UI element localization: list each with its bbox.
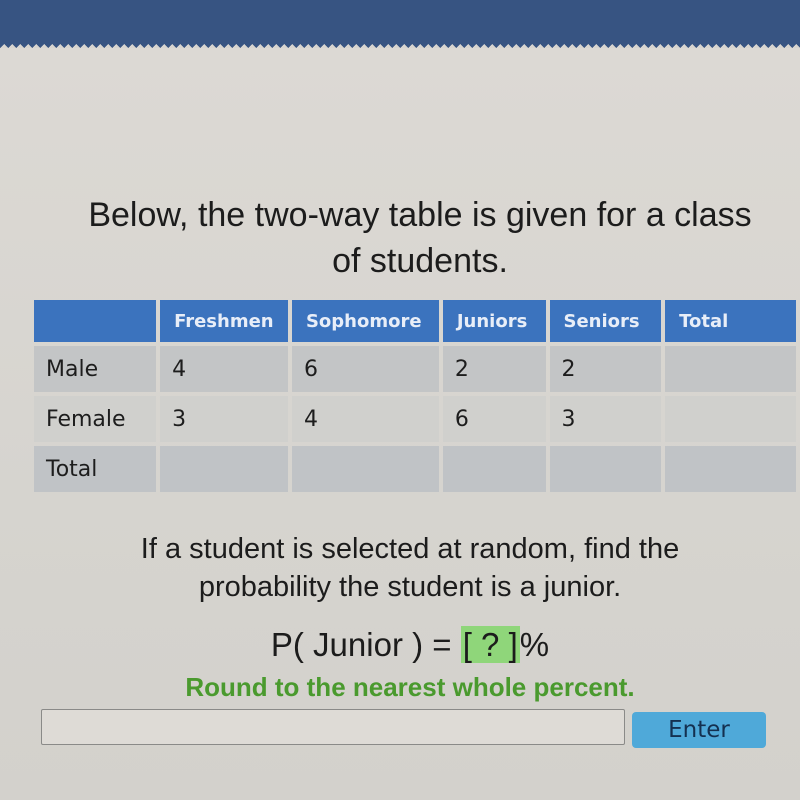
banner-zigzag-edge [0,40,800,48]
cell-male-sophomore: 6 [291,346,439,392]
table-row-male: Male 4 6 2 2 [34,346,796,392]
probability-formula: P( Junior ) = [ ? ]% [0,626,800,664]
cell-male-total [665,346,796,392]
cell-female-sophomore: 4 [291,396,439,442]
formula-prefix: P( Junior ) = [270,626,461,663]
intro-line-1: Below, the two-way table is given for a … [88,196,752,234]
answer-blank-placeholder: [ ? ] [460,626,520,663]
answer-input[interactable] [41,709,625,745]
enter-button[interactable]: Enter [632,712,766,748]
question-line-2: probability the student is a junior. [198,571,622,603]
header-sophomore: Sophomore [291,300,439,342]
cell-total-freshmen [160,446,288,492]
header-freshmen: Freshmen [160,300,288,342]
rounding-hint: Round to the nearest whole percent. [185,672,635,702]
cell-total-total [665,446,796,492]
header-corner [34,300,157,342]
cell-male-juniors: 2 [442,346,546,392]
cell-female-total [665,396,796,442]
cell-male-freshmen: 4 [160,346,288,392]
table-row-female: Female 3 4 6 3 [34,396,796,442]
header-juniors: Juniors [442,300,546,342]
cell-female-freshmen: 3 [160,396,288,442]
table-header-row: Freshmen Sophomore Juniors Seniors Total [34,300,796,342]
formula-suffix: % [519,626,550,663]
header-total: Total [665,300,796,342]
table-row-total: Total [34,446,796,492]
two-way-table: Freshmen Sophomore Juniors Seniors Total… [30,296,800,496]
cell-male-seniors: 2 [549,346,662,392]
row-label: Female [34,396,157,442]
row-label: Male [34,346,157,392]
intro-line-2: of students. [332,242,508,280]
row-label: Total [34,446,157,492]
header-seniors: Seniors [549,300,662,342]
cell-female-seniors: 3 [549,396,662,442]
cell-female-juniors: 6 [442,396,546,442]
top-banner [0,0,800,44]
intro-text: Below, the two-way table is given for a … [20,192,800,284]
question-text: If a student is selected at random, find… [60,530,760,606]
cell-total-seniors [549,446,662,492]
cell-total-sophomore [291,446,439,492]
question-line-1: If a student is selected at random, find… [140,533,680,565]
cell-total-juniors [442,446,546,492]
